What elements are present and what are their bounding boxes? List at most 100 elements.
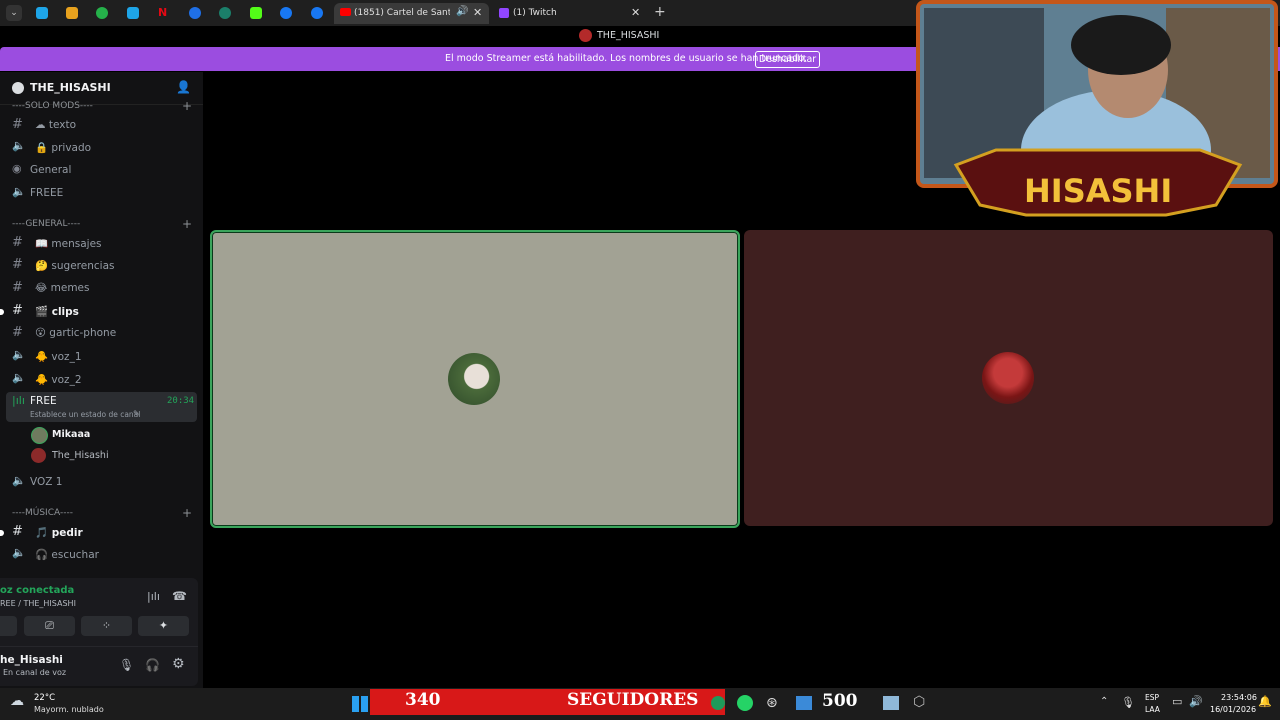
voice-connected-status[interactable]: oz conectada	[0, 585, 74, 596]
channel-clips[interactable]: # 🎬 clips	[0, 301, 203, 323]
chevron-up-icon[interactable]: ⌃	[1100, 696, 1108, 707]
user-status: En canal de voz	[3, 668, 67, 677]
channel-voz-1[interactable]: 🔈 🐥 voz_1	[0, 346, 203, 368]
whatsapp-icon[interactable]	[737, 695, 753, 711]
add-channel-icon[interactable]: +	[182, 506, 192, 520]
voice-location[interactable]: REE / THE_HISASHI	[0, 599, 76, 608]
pinned-tab-icon[interactable]	[96, 7, 108, 19]
channel-status[interactable]: Establece un estado de canal	[30, 410, 140, 419]
gear-icon[interactable]: ⚙	[172, 656, 185, 672]
edge-icon[interactable]	[711, 696, 725, 710]
channel-freee[interactable]: 🔈 FREEE	[0, 183, 203, 205]
app-icon[interactable]	[883, 696, 899, 710]
channel-texto[interactable]: # ☁ texto	[0, 115, 203, 137]
user-area[interactable]: he_Hisashi En canal de voz 🎙 🎧 ⚙	[0, 646, 198, 687]
channel-privado[interactable]: 🔈 🔒 privado	[0, 137, 203, 159]
channel-general-stage[interactable]: ◉ General	[0, 160, 203, 182]
soundboard-icon[interactable]: ✦	[138, 616, 189, 636]
active-voice-channel[interactable]: |ılı FREE 20:34 Establece un estado de c…	[6, 392, 197, 422]
pinned-tab-icon[interactable]	[36, 7, 48, 19]
screen-share-icon[interactable]: ⎚	[24, 616, 75, 636]
add-channel-icon[interactable]: +	[182, 99, 192, 113]
channel-gartic-phone[interactable]: # 😮 gartic-phone	[0, 323, 203, 345]
followers-count: 340	[405, 690, 441, 710]
channel-mensajes[interactable]: # 📖 mensajes	[0, 233, 203, 255]
microphone-icon[interactable]: 🎙	[1121, 696, 1135, 709]
notification-icon[interactable]: 🔔	[1258, 695, 1272, 708]
member-name: Mikaaa	[52, 429, 91, 440]
channel-emoji: 📖	[35, 238, 49, 250]
network-icon[interactable]: ▭	[1172, 695, 1182, 708]
stage-icon: ◉	[12, 162, 22, 175]
voice-member[interactable]: Mikaaa	[0, 425, 203, 445]
speaker-icon[interactable]: 🔊	[456, 6, 468, 17]
channel-label: memes	[50, 282, 90, 294]
followers-label: SEGUIDORES	[567, 690, 699, 710]
channel-label: voz_2	[51, 374, 82, 386]
channel-escuchar[interactable]: 🔈 🎧 escuchar	[0, 544, 203, 566]
pinned-tab-icon[interactable]	[189, 7, 201, 19]
channel-voz1[interactable]: 🔈 VOZ 1	[0, 472, 203, 494]
goal-number: 500	[822, 691, 858, 711]
member-name: The_Hisashi	[52, 450, 109, 461]
activities-icon[interactable]: ⁘	[81, 616, 132, 636]
voice-active-icon: |ılı	[12, 394, 25, 407]
speaker-icon: 🔈	[12, 474, 26, 487]
voice-member[interactable]: The_Hisashi	[0, 446, 203, 466]
category-header[interactable]: ----SOLO MODS----	[12, 101, 93, 111]
new-tab-icon[interactable]: +	[654, 4, 666, 20]
disconnect-icon[interactable]: ☎	[172, 589, 187, 603]
channel-label: voz_1	[51, 351, 82, 363]
kick-icon[interactable]	[250, 7, 262, 19]
weather-icon[interactable]: ☁	[10, 693, 24, 709]
voice-tile-speaking[interactable]	[210, 230, 740, 528]
close-tab-icon[interactable]: ✕	[473, 6, 482, 19]
tab-menu-button[interactable]: ⌄	[6, 5, 22, 21]
disable-streamer-button[interactable]: Deshabilitar	[755, 51, 820, 68]
volume-icon[interactable]: 🔊	[1189, 695, 1203, 708]
channel-voz-2[interactable]: 🔈 🐥 voz_2	[0, 369, 203, 391]
windows-start-icon[interactable]	[352, 696, 368, 712]
avatar	[448, 353, 500, 405]
hashtag-icon: #	[12, 303, 23, 318]
clock-date[interactable]: 16/01/2026	[1210, 705, 1256, 714]
app-icon[interactable]: ⬡	[913, 694, 925, 710]
app-icon[interactable]	[796, 696, 812, 710]
category-header[interactable]: ----MÚSICA----	[12, 508, 73, 518]
noise-suppression-icon[interactable]: |ılı	[147, 590, 160, 603]
weather-temp[interactable]: 22°C	[34, 693, 55, 703]
channel-sugerencias[interactable]: # 🤔 sugerencias	[0, 255, 203, 277]
camera-button[interactable]: ▭	[0, 616, 17, 636]
tab-youtube[interactable]: (1851) Cartel de Santa - Lo 🔊 ✕	[334, 3, 489, 24]
hashtag-icon: #	[12, 325, 23, 340]
chatgpt-icon[interactable]: ⊛	[766, 695, 778, 711]
tab-label: (1851) Cartel de Santa - Lo	[354, 8, 450, 18]
headphones-icon[interactable]: 🎧	[145, 658, 160, 672]
pinned-tab-icon[interactable]	[66, 7, 78, 19]
pinned-tab-icon[interactable]	[219, 7, 231, 19]
tab-label[interactable]: (1) Twitch	[513, 8, 557, 18]
channel-emoji: 🎧	[35, 549, 49, 561]
add-member-icon[interactable]: 👤	[176, 80, 191, 94]
avatar	[982, 352, 1034, 404]
channel-pedir[interactable]: # 🎵 pedir	[0, 522, 203, 544]
facebook-icon[interactable]	[280, 7, 292, 19]
input-language[interactable]: ESP	[1145, 693, 1159, 702]
pencil-icon[interactable]: ✎	[133, 409, 140, 418]
close-tab-icon[interactable]: ✕	[631, 6, 640, 19]
add-channel-icon[interactable]: +	[182, 217, 192, 231]
weather-desc[interactable]: Mayorm. nublado	[34, 705, 104, 714]
voice-tile[interactable]	[744, 230, 1273, 526]
hashtag-icon: #	[12, 280, 23, 295]
microphone-icon[interactable]: 🎙	[119, 658, 134, 672]
channel-label: privado	[51, 142, 92, 154]
channel-emoji: 😂	[35, 282, 48, 294]
webcam-overlay: HISASHI	[916, 0, 1280, 220]
facebook-icon[interactable]	[311, 7, 323, 19]
pinned-tab-icon[interactable]	[127, 7, 139, 19]
keyboard-layout[interactable]: LAA	[1145, 705, 1160, 714]
netflix-icon[interactable]: N	[158, 6, 170, 19]
clock-time[interactable]: 23:54:06	[1221, 693, 1257, 702]
category-header[interactable]: ----GENERAL----	[12, 219, 80, 229]
channel-memes[interactable]: # 😂 memes	[0, 278, 203, 300]
